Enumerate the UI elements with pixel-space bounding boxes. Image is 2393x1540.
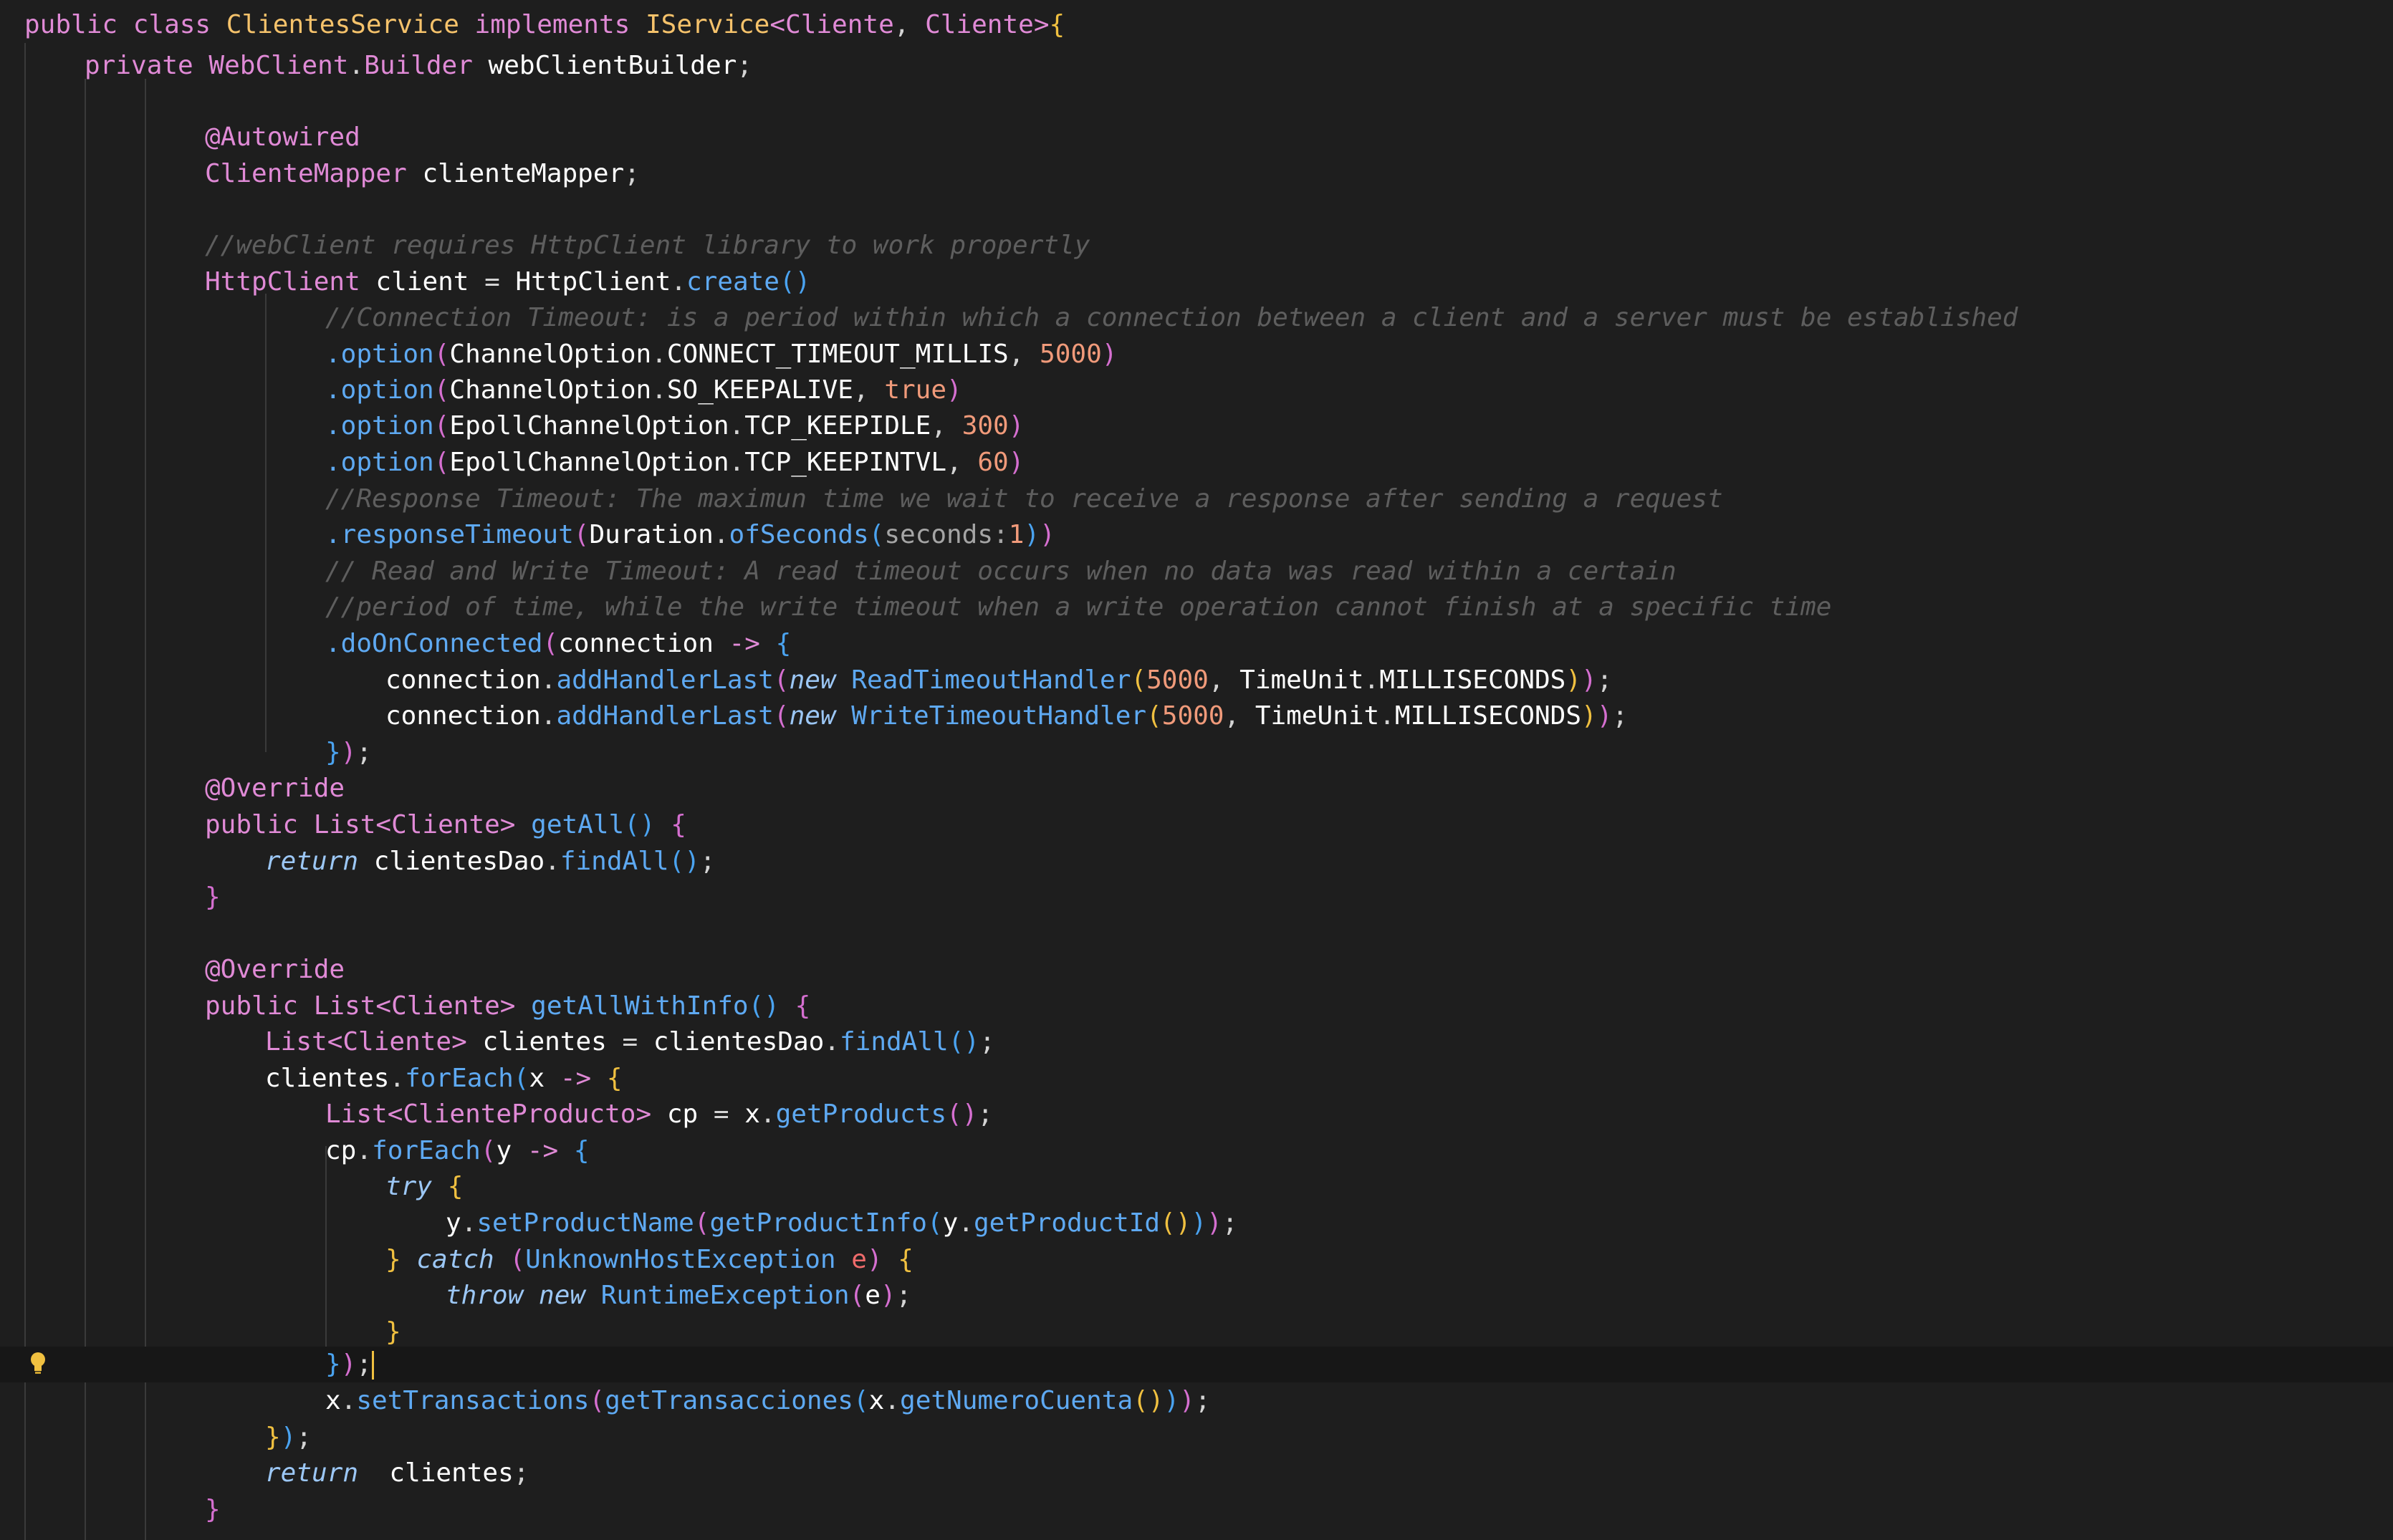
code-line: x.setTransactions(getTransacciones(x.get…: [325, 1386, 1211, 1415]
lightbulb-icon[interactable]: [27, 1349, 49, 1378]
code-line: .option(ChannelOption.SO_KEEPALIVE, true…: [325, 375, 962, 405]
code-line: connection.addHandlerLast(new WriteTimeo…: [385, 701, 1629, 731]
code-line: }: [205, 1495, 221, 1524]
code-line: y.setProductName(getProductInfo(y.getPro…: [446, 1208, 1238, 1238]
code-line: public class ClientesService implements …: [24, 10, 1065, 39]
code-line: connection.addHandlerLast(new ReadTimeou…: [385, 665, 1613, 695]
code-editor[interactable]: public class ClientesService implements …: [0, 0, 2393, 1540]
code-line: .option(EpollChannelOption.TCP_KEEPIDLE,…: [325, 411, 1025, 441]
code-line: private WebClient.Builder webClientBuild…: [85, 51, 753, 80]
code-line: });: [265, 1423, 312, 1452]
indent-guide: [265, 294, 267, 752]
code-line: @Override: [205, 955, 345, 984]
indent-guide: [24, 43, 26, 1540]
indent-guide: [145, 79, 146, 1540]
code-line: cp.forEach(y -> {: [325, 1136, 590, 1165]
code-line: ClienteMapper clienteMapper;: [205, 159, 640, 188]
code-line: }: [205, 882, 221, 912]
code-line: return clientes;: [265, 1458, 529, 1488]
code-line: throw new RuntimeException(e);: [446, 1281, 912, 1310]
code-line: try {: [385, 1172, 464, 1201]
indent-guide: [325, 1146, 327, 1354]
indent-guide: [85, 79, 86, 1540]
code-comment: //Connection Timeout: is a period within…: [325, 303, 2018, 332]
code-line: } catch (UnknownHostException e) {: [385, 1245, 913, 1274]
code-line: @Override: [205, 774, 345, 803]
code-line: public List<Cliente> getAll() {: [205, 810, 686, 839]
code-line: public List<Cliente> getAllWithInfo() {: [205, 991, 811, 1021]
code-line: .doOnConnected(connection -> {: [325, 629, 792, 658]
code-comment: //webClient requires HttpClient library …: [205, 231, 1090, 260]
code-comment: //Response Timeout: The maximun time we …: [325, 484, 1723, 514]
code-line: }: [385, 1317, 401, 1347]
code-line: .option(EpollChannelOption.TCP_KEEPINTVL…: [325, 448, 1025, 477]
text-caret: [372, 1351, 375, 1380]
code-comment: //period of time, while the write timeou…: [325, 592, 1832, 622]
code-line: @Autowired: [205, 122, 360, 152]
code-line: });: [325, 1347, 375, 1382]
code-line: });: [325, 738, 373, 767]
code-line: HttpClient client = HttpClient.create(): [205, 267, 811, 297]
code-comment: // Read and Write Timeout: A read timeou…: [325, 557, 1677, 586]
code-line: .option(ChannelOption.CONNECT_TIMEOUT_MI…: [325, 340, 1118, 369]
code-line: return clientesDao.findAll();: [265, 847, 716, 876]
code-line: List<ClienteProducto> cp = x.getProducts…: [325, 1099, 994, 1129]
code-line: clientes.forEach(x -> {: [265, 1064, 623, 1093]
code-line: .responseTimeout(Duration.ofSeconds(seco…: [325, 520, 1055, 549]
code-line: List<Cliente> clientes = clientesDao.fin…: [265, 1027, 995, 1057]
